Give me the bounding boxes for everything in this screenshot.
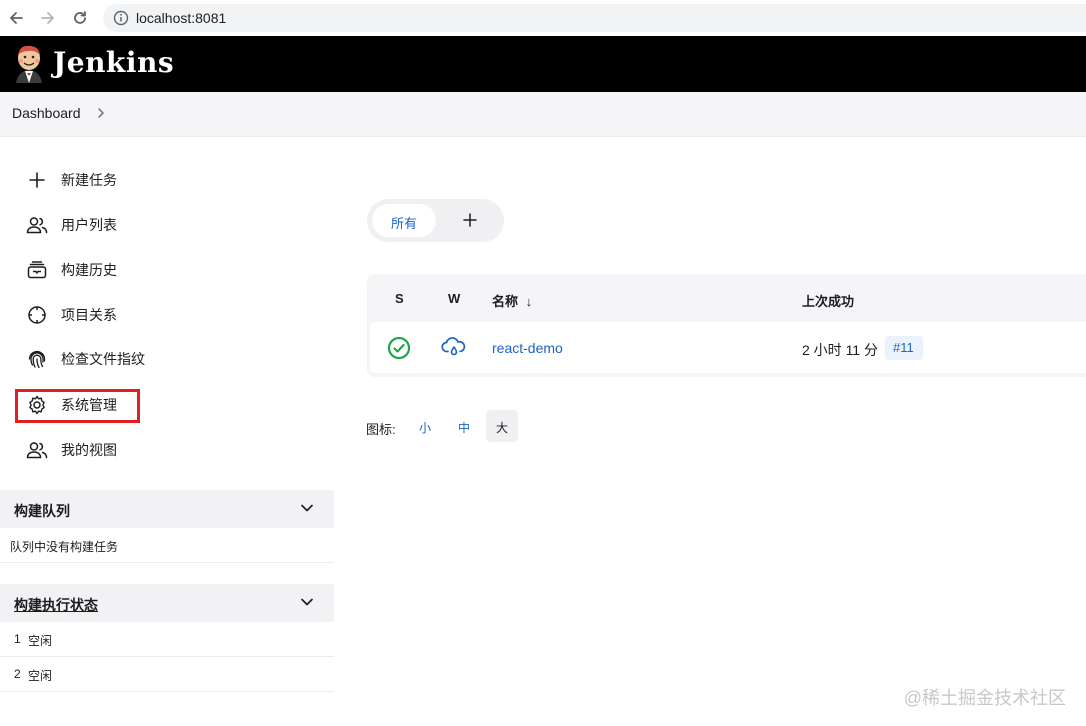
column-header-name[interactable]: 名称 ↓ (492, 291, 532, 310)
breadcrumb-dashboard[interactable]: Dashboard (12, 105, 81, 121)
reload-icon (74, 11, 86, 24)
back-button[interactable] (6, 8, 26, 28)
task-label: 检查文件指纹 (61, 351, 145, 367)
executor-number: 2 (14, 667, 21, 681)
task-label: 构建历史 (61, 262, 117, 278)
executors-title[interactable]: 构建执行状态 (14, 595, 98, 615)
view-tabs: 所有 (367, 199, 504, 242)
jenkins-logo-link[interactable] (12, 43, 46, 90)
browser-toolbar: localhost:8081 (0, 0, 1086, 37)
icon-size-small-label: 小 (418, 421, 431, 435)
add-view-button[interactable] (461, 211, 479, 234)
reload-button[interactable] (70, 8, 90, 28)
task-new-item[interactable]: 新建任务 (26, 168, 117, 192)
task-project-relationship[interactable]: 项目关系 (26, 303, 117, 327)
task-label: 项目关系 (61, 307, 117, 323)
build-queue-empty: 队列中没有构建任务 (0, 528, 334, 563)
jenkins-butler-icon (16, 45, 42, 83)
breadcrumb: Dashboard (0, 92, 1086, 137)
plus-icon (26, 169, 48, 191)
build-number: #11 (893, 340, 914, 355)
address-bar[interactable]: localhost:8081 (103, 4, 1086, 32)
job-link-react-demo[interactable]: react-demo (492, 340, 563, 356)
task-label: 新建任务 (61, 172, 117, 188)
tab-all[interactable]: 所有 (372, 204, 436, 237)
icon-size-small[interactable]: 小 (409, 410, 441, 442)
build-link[interactable]: #11 (885, 336, 923, 360)
icon-size-medium-label: 中 (457, 421, 470, 435)
chevron-down-icon[interactable] (300, 595, 314, 614)
jobs-table: S W 名称 ↓ 上次成功 react-demo 2 小时 11 分 #11 (367, 274, 1086, 377)
breadcrumb-chevron-icon[interactable] (96, 105, 106, 126)
column-header-last-success[interactable]: 上次成功 (802, 291, 854, 310)
task-build-history[interactable]: 构建历史 (26, 258, 117, 282)
last-success-time: 2 小时 11 分 (802, 342, 878, 358)
column-header-name-label: 名称 (492, 294, 519, 309)
tab-all-label: 所有 (391, 216, 418, 231)
forward-button[interactable] (38, 8, 58, 28)
build-queue-empty-text: 队列中没有构建任务 (10, 540, 119, 554)
page-header: Jenkins (0, 36, 1086, 92)
info-icon[interactable] (113, 10, 129, 26)
relationship-icon (26, 304, 48, 326)
build-queue-header[interactable]: 构建队列 (0, 490, 334, 528)
sort-arrow-icon: ↓ (525, 294, 533, 309)
column-header-status[interactable]: S (395, 291, 404, 306)
executor-status: 空闲 (28, 669, 53, 683)
brand-title[interactable]: Jenkins (53, 46, 174, 79)
annotation-highlight-box (15, 389, 140, 423)
watermark: @稀土掘金技术社区 (903, 688, 1066, 708)
executor-number: 1 (14, 632, 21, 646)
task-fingerprint[interactable]: 检查文件指纹 (26, 347, 145, 371)
table-row: react-demo 2 小时 11 分 #11 (370, 322, 1086, 373)
build-queue-title: 构建队列 (14, 503, 70, 519)
column-header-weather[interactable]: W (448, 291, 460, 306)
cloud-rain-weather-icon[interactable] (441, 336, 467, 360)
icon-size-medium[interactable]: 中 (448, 410, 480, 442)
forward-arrow-icon (41, 12, 54, 24)
icon-size-label: 图标: (366, 422, 396, 437)
history-icon (26, 259, 48, 281)
icon-size-large[interactable]: 大 (486, 410, 518, 442)
task-label: 我的视图 (61, 442, 117, 458)
executors-header[interactable]: 构建执行状态 (0, 584, 334, 622)
executor-status: 空闲 (28, 634, 53, 648)
executor-row: 1 空闲 (0, 622, 334, 657)
icon-size-large-label: 大 (495, 421, 508, 435)
back-arrow-icon (10, 12, 23, 24)
plus-icon (463, 213, 477, 227)
url-text: localhost:8081 (136, 10, 227, 26)
task-people[interactable]: 用户列表 (26, 213, 117, 237)
fingerprint-icon (26, 348, 48, 370)
executor-row: 2 空闲 (0, 657, 334, 692)
success-check-icon[interactable] (387, 336, 411, 360)
chevron-down-icon[interactable] (300, 501, 314, 520)
task-my-views[interactable]: 我的视图 (26, 438, 117, 462)
users-icon (26, 439, 48, 461)
users-icon (26, 214, 48, 236)
task-label: 用户列表 (61, 217, 117, 233)
